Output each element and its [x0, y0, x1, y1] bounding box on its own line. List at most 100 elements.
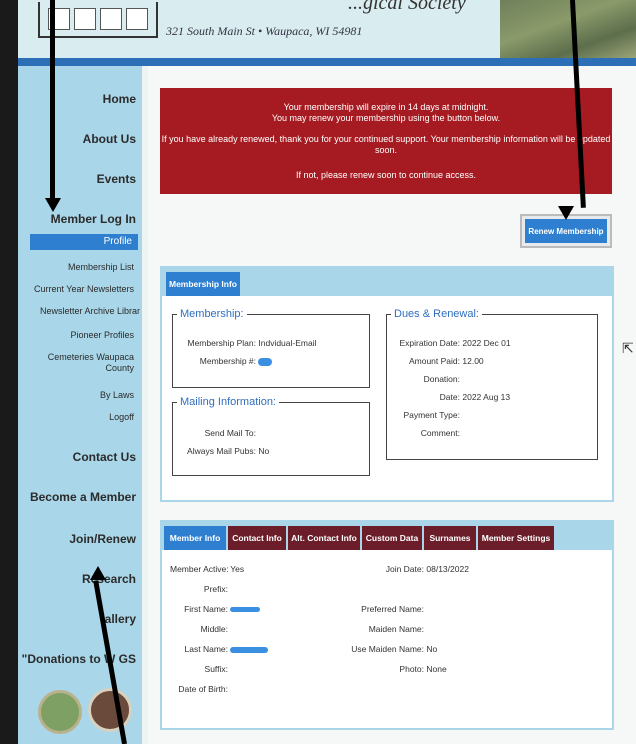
expiration-label: Expiration Date: [399, 338, 460, 348]
last-name-row: Last Name: [170, 644, 269, 654]
tab-surnames[interactable]: Surnames [424, 526, 476, 550]
membership-number-label: Membership #: [199, 356, 256, 366]
nav-profile[interactable]: Profile [30, 234, 138, 250]
nav-join-renew[interactable]: Join/Renew [69, 532, 136, 546]
date-value: 2022 Aug 13 [462, 392, 511, 402]
prefix-row: Prefix: [170, 584, 228, 594]
last-name-label: Last Name: [184, 644, 228, 654]
preferred-name-row: Preferred Name: [348, 604, 424, 614]
join-date-value: 08/13/2022 [426, 564, 469, 574]
nav-about-us[interactable]: About Us [83, 132, 136, 146]
redacted-scribble [230, 646, 269, 653]
alert-line-3: If you have already renewed, thank you f… [161, 134, 611, 155]
membership-info-panel: Membership Info Membership: Membership P… [160, 266, 614, 502]
nav-pioneer-profiles[interactable]: Pioneer Profiles [70, 330, 134, 341]
alert-line-1: Your membership will expire in 14 days a… [283, 102, 489, 112]
mailing-legend: Mailing Information: [180, 396, 276, 408]
use-maiden-label: Use Maiden Name: [351, 644, 424, 654]
nav-cemeteries[interactable]: Cemeteries Waupaca County [44, 352, 134, 374]
redacted-scribble [230, 607, 261, 613]
payment-row: Payment Type: [392, 410, 460, 420]
nav-membership-list[interactable]: Membership List [68, 262, 134, 273]
membership-fieldset: Membership: [172, 308, 370, 388]
nav-become-member[interactable]: Become a Member [30, 490, 136, 504]
nav-logoff[interactable]: Logoff [109, 412, 134, 423]
nav-current-newsletters[interactable]: Current Year Newsletters [34, 284, 134, 295]
dob-label: Date of Birth: [178, 684, 228, 694]
comment-row: Comment: [392, 428, 460, 438]
dob-row: Date of Birth: [170, 684, 228, 694]
expiration-alert: Your membership will expire in 14 days a… [160, 88, 612, 194]
tab-member-settings[interactable]: Member Settings [478, 526, 554, 550]
expiration-row: Expiration Date: 2022 Dec 01 [392, 338, 511, 348]
photo-label: Photo: [399, 664, 424, 674]
join-date-label: Join Date: [385, 564, 424, 574]
nav-home[interactable]: Home [103, 92, 136, 106]
always-mail-label: Always Mail Pubs: [187, 446, 256, 456]
site-logo[interactable] [38, 2, 158, 38]
membership-info-header: Membership Info [162, 268, 612, 296]
tab-contact-info[interactable]: Contact Info [228, 526, 286, 550]
tab-member-info[interactable]: Member Info [164, 526, 226, 550]
header-photo [500, 0, 636, 60]
annotation-arrow-down-icon [558, 206, 574, 220]
suffix-label: Suffix: [204, 664, 228, 674]
main-content: Your membership will expire in 14 days a… [148, 66, 636, 744]
middle-row: Middle: [170, 624, 228, 634]
member-tabs-bar: Member Info Contact Info Alt. Contact In… [162, 522, 612, 550]
photo-row: Photo: None [348, 664, 446, 674]
renew-membership-button[interactable]: Renew Membership [525, 219, 607, 243]
first-name-label: First Name: [184, 604, 228, 614]
maiden-name-label: Maiden Name: [368, 624, 424, 634]
browser-screen: ...gical Society 321 South Main St • Wau… [18, 0, 636, 744]
tab-custom-data[interactable]: Custom Data [362, 526, 422, 550]
nav-contact-us[interactable]: Contact Us [73, 450, 136, 464]
date-row: Date: 2022 Aug 13 [392, 392, 510, 402]
prefix-label: Prefix: [203, 584, 228, 594]
always-mail-value: No [258, 446, 270, 456]
membership-plan-row: Membership Plan: Indvidual-Email [182, 338, 317, 348]
site-header: ...gical Society 321 South Main St • Wau… [18, 0, 636, 62]
send-mail-row: Send Mail To: [182, 428, 256, 438]
membership-plan-value: Indvidual-Email [258, 338, 317, 348]
nav-by-laws[interactable]: By Laws [100, 390, 134, 401]
alert-line-2: You may renew your membership using the … [271, 113, 501, 123]
member-active-value: Yes [230, 564, 245, 574]
send-mail-label: Send Mail To: [204, 428, 256, 438]
tab-membership-info[interactable]: Membership Info [166, 272, 240, 296]
nav-gallery[interactable]: allery [105, 612, 136, 626]
mouse-pointer-icon: ⇱ [622, 340, 634, 356]
tab-alt-contact-info[interactable]: Alt. Contact Info [288, 526, 360, 550]
donation-row: Donation: [392, 374, 460, 384]
nav-donations[interactable]: "Donations to W GS [22, 652, 136, 666]
membership-legend: Membership: [180, 308, 244, 320]
membership-plan-label: Membership Plan: [187, 338, 256, 348]
member-active-row: Member Active: Yes [170, 564, 244, 574]
join-date-row: Join Date: 08/13/2022 [348, 564, 469, 574]
tree-seal-icon [38, 690, 82, 734]
preferred-name-label: Preferred Name: [361, 604, 424, 614]
payment-label: Payment Type: [403, 410, 460, 420]
nav-newsletter-archive[interactable]: Newsletter Archive Librar [40, 306, 140, 317]
sidebar-nav: Home About Us Events Member Log In Profi… [18, 66, 142, 744]
annotation-arrow-shaft [50, 0, 55, 200]
alert-line-4: If not, please renew soon to continue ac… [295, 170, 477, 180]
org-name: ...gical Society [348, 0, 466, 14]
first-name-row: First Name: [170, 604, 261, 614]
annotation-arrow-up-icon [90, 566, 106, 580]
always-mail-row: Always Mail Pubs: No [182, 446, 269, 456]
nav-events[interactable]: Events [97, 172, 136, 186]
redacted-blot [258, 357, 273, 366]
amount-row: Amount Paid: 12.00 [392, 356, 484, 366]
wisconsin-seal-icon [88, 688, 132, 732]
nav-member-log-in[interactable]: Member Log In [51, 212, 136, 226]
annotation-arrow-down-icon [45, 198, 61, 212]
amount-value: 12.00 [462, 356, 484, 366]
header-divider [18, 58, 636, 66]
dues-legend: Dues & Renewal: [394, 308, 479, 320]
membership-number-row: Membership #: [182, 356, 273, 366]
comment-label: Comment: [420, 428, 460, 438]
member-detail-panel: Member Info Contact Info Alt. Contact In… [160, 520, 614, 730]
member-active-label: Member Active: [170, 564, 229, 574]
maiden-name-row: Maiden Name: [348, 624, 424, 634]
